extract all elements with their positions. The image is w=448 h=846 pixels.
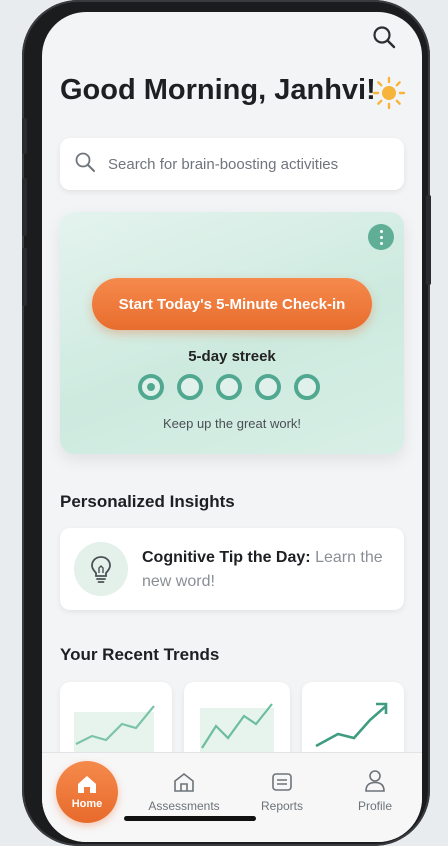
sun-icon <box>372 76 406 110</box>
nav-reports[interactable]: Reports <box>242 767 322 813</box>
nav-reports-label: Reports <box>260 799 304 813</box>
streak-indicator <box>138 374 320 400</box>
assessments-icon <box>144 767 224 793</box>
lightbulb-icon <box>74 542 128 596</box>
tip-label: Cognitive Tip the Day: <box>142 549 311 566</box>
profile-icon <box>335 767 415 793</box>
trends-title: Your Recent Trends <box>60 645 220 664</box>
tip-text: Cognitive Tip the Day: Learn the new wor… <box>142 546 392 594</box>
start-checkin-button[interactable]: Start Today's 5-Minute Check-in <box>92 278 372 330</box>
home-icon <box>78 776 96 793</box>
nav-home[interactable]: Home <box>56 761 118 823</box>
streak-dot <box>177 374 203 400</box>
streak-dot <box>216 374 242 400</box>
search-field-icon <box>74 151 96 178</box>
nav-assessments[interactable]: Assessments <box>144 767 224 813</box>
nav-home-label: Home <box>71 798 103 810</box>
nav-assessments-label: Assessments <box>148 799 220 813</box>
search-input[interactable]: Search for brain-boosting activities <box>60 138 404 190</box>
search-icon[interactable] <box>371 24 397 50</box>
greeting-title: Good Morning, Janhvi! <box>60 74 376 106</box>
side-button-left-top <box>22 118 27 154</box>
reports-icon <box>242 767 322 793</box>
side-button-right <box>426 195 431 285</box>
side-button-left-bottom <box>22 248 27 306</box>
more-vertical-icon[interactable] <box>368 224 394 250</box>
insights-title: Personalized Insights <box>60 492 235 511</box>
search-placeholder: Search for brain-boosting activities <box>108 155 339 173</box>
app-screen: Good Morning, Janhvi! Search for brain-b… <box>42 12 422 842</box>
streak-dot-active <box>138 374 164 400</box>
home-indicator[interactable] <box>124 816 256 821</box>
encouragement-text: Keep up the great work! <box>162 416 302 431</box>
bottom-navigation: Home Assessments Reports Profile <box>42 752 422 842</box>
nav-profile-label: Profile <box>357 799 392 813</box>
side-button-left-mid <box>22 178 27 236</box>
streak-label: 5-day streek <box>188 348 276 365</box>
insight-card[interactable]: Cognitive Tip the Day: Learn the new wor… <box>60 528 404 610</box>
streak-dot <box>294 374 320 400</box>
streak-dot <box>255 374 281 400</box>
checkin-card: Start Today's 5-Minute Check-in 5-day st… <box>60 212 404 454</box>
nav-profile[interactable]: Profile <box>335 767 415 813</box>
